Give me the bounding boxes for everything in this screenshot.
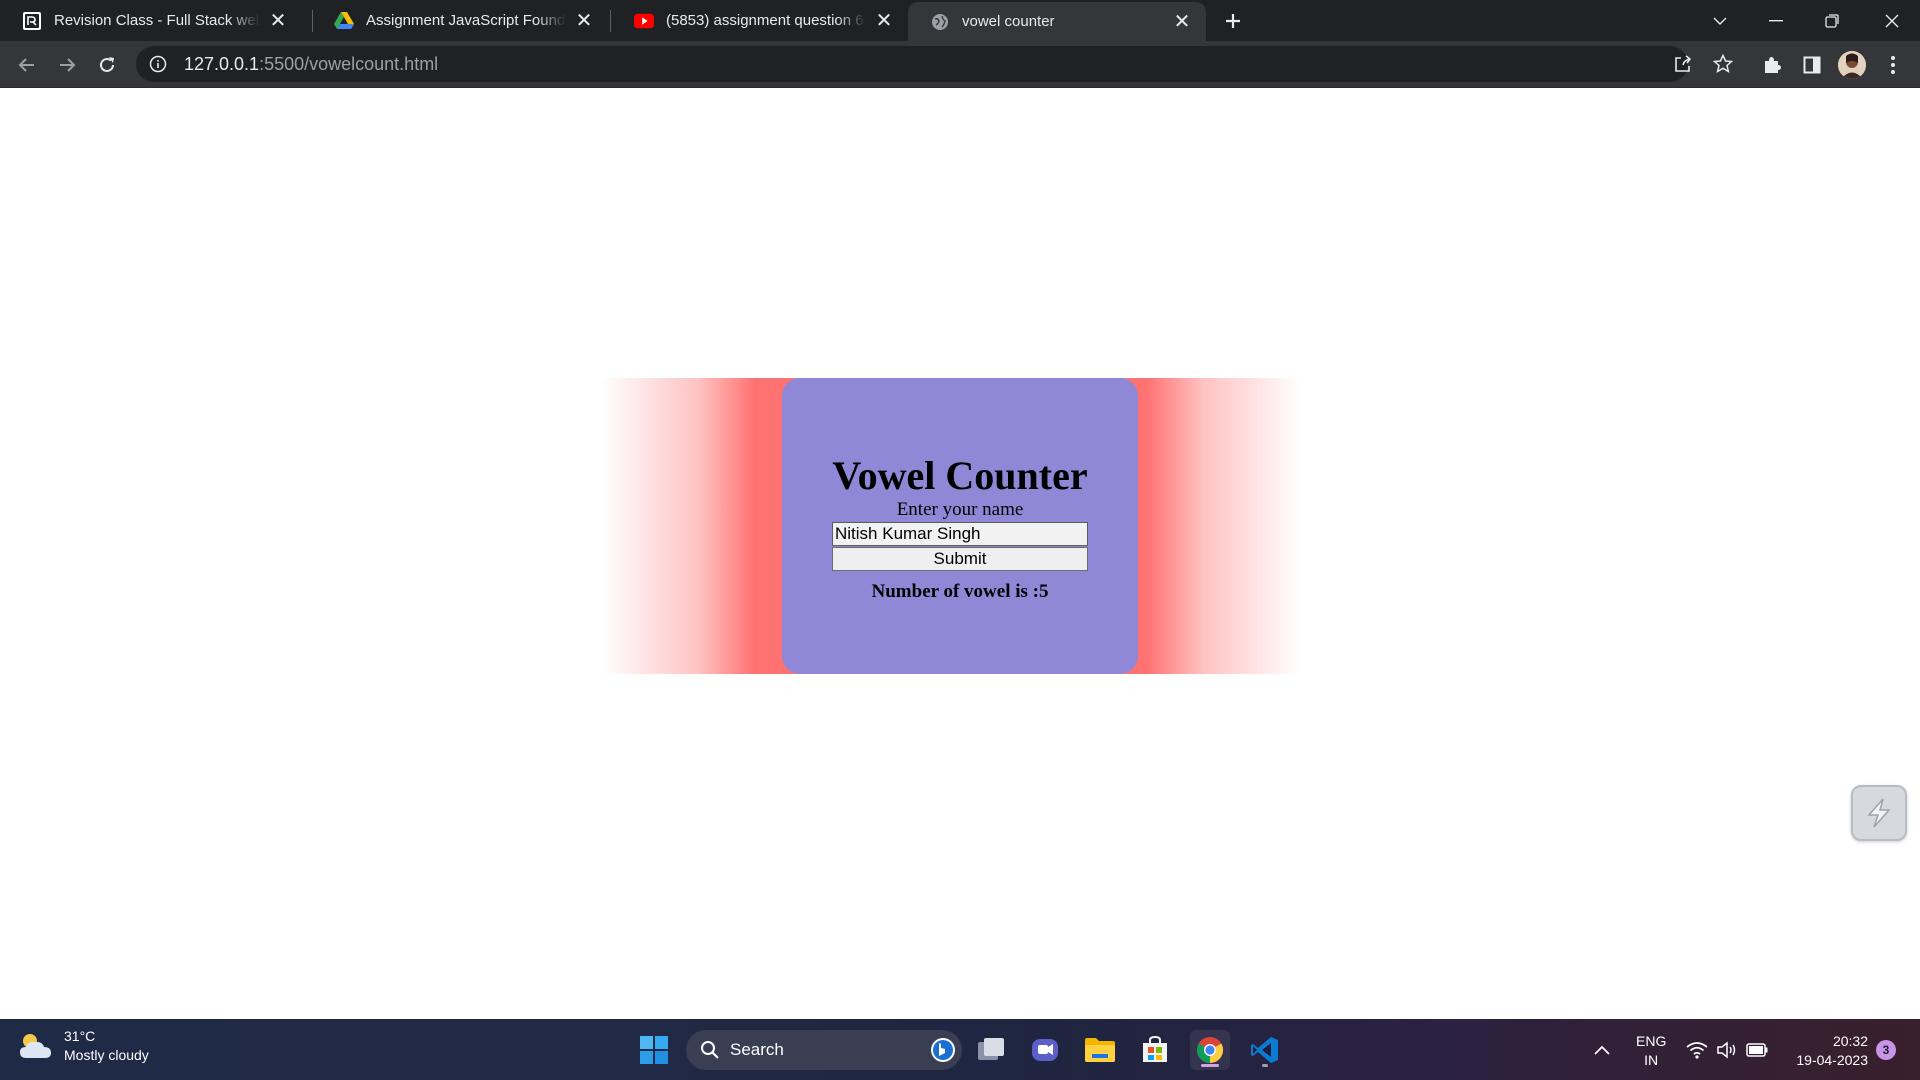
puzzle-icon — [1765, 57, 1781, 73]
tab-title: Assignment JavaScript Foundation — [366, 12, 566, 29]
close-tab-icon[interactable]: ✕ — [1172, 12, 1192, 32]
reload-icon — [100, 57, 114, 72]
tab-title: (5853) assignment question 6 || full sta… — [666, 12, 866, 29]
clock-time: 20:32 — [1832, 1033, 1868, 1049]
submit-button[interactable]: Submit — [832, 547, 1088, 571]
tab-strip: Revision Class - Full Stack web developm… — [0, 0, 1920, 41]
vowel-counter-card: Vowel Counter Enter your name Submit Num… — [782, 378, 1138, 674]
plus-icon — [1226, 14, 1240, 28]
chrome-icon — [1196, 1037, 1224, 1064]
chevron-down-icon — [1713, 17, 1727, 25]
bing-icon — [931, 1038, 955, 1062]
region-code: IN — [1644, 1052, 1659, 1068]
close-window-button[interactable] — [1864, 0, 1920, 41]
running-indicator — [1201, 1064, 1219, 1067]
arrow-left-icon — [18, 58, 34, 72]
task-view-icon — [978, 1038, 1004, 1060]
search-label: Search — [730, 1040, 784, 1059]
url-host: 127.0.0.1 — [184, 53, 260, 74]
restore-button[interactable] — [1804, 0, 1860, 41]
reload-button[interactable] — [91, 49, 123, 81]
weather-widget[interactable]: 31°C Mostly cloudy — [18, 1027, 149, 1065]
url-path: :5500/vowelcount.html — [259, 53, 439, 74]
side-panel-icon — [1803, 56, 1821, 74]
store-icon — [1143, 1035, 1167, 1062]
bookmark-button[interactable] — [1708, 49, 1738, 79]
minimize-icon — [1769, 19, 1783, 21]
notification-badge[interactable]: 3 — [1876, 1040, 1896, 1060]
share-icon — [1675, 55, 1692, 72]
menu-button[interactable] — [1877, 49, 1909, 81]
weather-desc: Mostly cloudy — [64, 1047, 149, 1063]
tab-title: Revision Class - Full Stack web developm… — [54, 12, 260, 29]
clock[interactable]: 20:32 19-04-2023 — [1786, 1032, 1868, 1070]
chrome-button[interactable] — [1190, 1030, 1230, 1070]
tab-title: vowel counter — [962, 13, 1055, 30]
show-hidden-icons-button[interactable] — [1582, 1030, 1622, 1070]
chat-icon — [1032, 1039, 1058, 1061]
restore-icon — [1825, 13, 1839, 28]
tab-separator — [610, 10, 611, 32]
vscode-button[interactable] — [1245, 1030, 1285, 1070]
close-icon — [1885, 14, 1899, 27]
tab-search-button[interactable] — [1692, 0, 1748, 41]
language-code: ENG — [1636, 1033, 1667, 1049]
file-explorer-button[interactable] — [1080, 1030, 1120, 1070]
teams-chat-button[interactable] — [1025, 1030, 1065, 1070]
address-bar[interactable]: 127.0.0.1:5500/vowelcount.html — [136, 46, 1688, 82]
profile-avatar[interactable] — [1838, 51, 1866, 79]
extensions-button[interactable] — [1756, 49, 1788, 81]
globe-icon — [930, 12, 950, 32]
clock-date: 19-04-2023 — [1796, 1052, 1868, 1068]
vscode-icon — [1251, 1037, 1278, 1063]
tab-assignment-js[interactable]: Assignment JavaScript Foundation ✕ — [312, 0, 608, 41]
side-panel-button[interactable] — [1796, 49, 1828, 81]
page-title: Vowel Counter — [832, 453, 1088, 498]
avatar-icon — [1838, 51, 1866, 79]
star-icon — [1713, 54, 1733, 74]
url-text[interactable]: 127.0.0.1:5500/vowelcount.html — [184, 54, 438, 75]
arrow-right-icon — [60, 58, 76, 72]
info-icon[interactable] — [148, 54, 168, 74]
name-input[interactable] — [832, 522, 1088, 546]
floating-action-button[interactable] — [1851, 785, 1907, 841]
windows-logo-icon — [640, 1036, 668, 1064]
kebab-menu-icon — [1891, 56, 1895, 74]
back-button[interactable] — [11, 49, 43, 81]
name-label: Enter your name — [896, 499, 1024, 520]
youtube-icon — [634, 11, 654, 31]
system-tray-icons[interactable] — [1686, 1019, 1768, 1080]
google-drive-icon — [334, 11, 354, 31]
search-icon — [701, 1041, 719, 1059]
close-tab-icon[interactable]: ✕ — [268, 11, 288, 31]
windows-taskbar: 31°C Mostly cloudy Search ENG IN 20:32 1… — [0, 1019, 1920, 1080]
battery-icon — [1746, 1042, 1768, 1057]
chevron-up-icon — [1594, 1045, 1610, 1055]
tab-vowel-counter[interactable]: vowel counter ✕ — [908, 2, 1206, 41]
new-tab-button[interactable] — [1218, 6, 1248, 36]
volume-icon — [1717, 1040, 1736, 1059]
forward-button[interactable] — [51, 49, 83, 81]
start-button[interactable] — [634, 1030, 674, 1070]
minimize-button[interactable] — [1748, 0, 1804, 41]
page-viewport: Vowel Counter Enter your name Submit Num… — [0, 89, 1920, 1019]
vowel-count-result: Number of vowel is :5 — [871, 581, 1049, 602]
weather-temp: 31°C — [64, 1028, 96, 1044]
tab-revision-class[interactable]: Revision Class - Full Stack web developm… — [0, 0, 302, 41]
browser-toolbar: 127.0.0.1:5500/vowelcount.html — [0, 41, 1920, 88]
lightning-icon — [1867, 798, 1891, 828]
wifi-icon — [1686, 1041, 1708, 1059]
task-view-button[interactable] — [971, 1030, 1011, 1070]
running-indicator — [1262, 1064, 1268, 1067]
microsoft-store-button[interactable] — [1135, 1030, 1175, 1070]
taskbar-search[interactable]: Search — [686, 1030, 962, 1070]
folder-icon — [1085, 1038, 1115, 1062]
pw-skills-icon — [22, 11, 42, 31]
close-tab-icon[interactable]: ✕ — [874, 11, 894, 31]
language-indicator[interactable]: ENG IN — [1636, 1032, 1666, 1070]
close-tab-icon[interactable]: ✕ — [574, 11, 594, 31]
share-button[interactable] — [1668, 49, 1698, 79]
tab-youtube[interactable]: (5853) assignment question 6 || full sta… — [612, 0, 908, 41]
cloudy-weather-icon — [20, 1034, 51, 1058]
